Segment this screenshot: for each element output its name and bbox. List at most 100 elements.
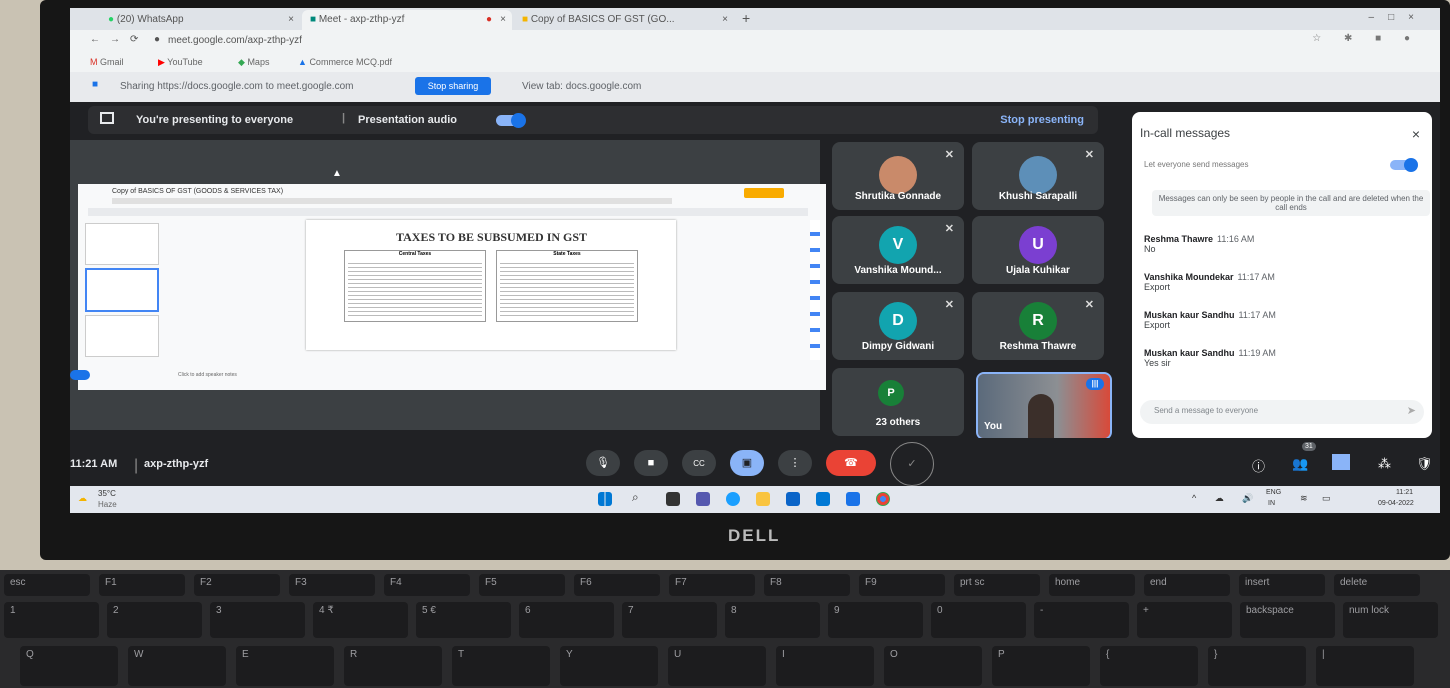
- function-key[interactable]: prt sc: [954, 574, 1040, 596]
- camera-icon: ■: [647, 457, 655, 469]
- others-tile[interactable]: P 23 others: [832, 368, 964, 436]
- letter-key[interactable]: I: [776, 646, 874, 686]
- present-button[interactable]: ▣: [730, 450, 764, 476]
- view-tab-link[interactable]: View tab: docs.google.com: [522, 81, 641, 92]
- function-key[interactable]: F7: [669, 574, 755, 596]
- shield-icon[interactable]: 🛡: [1416, 456, 1433, 472]
- send-icon[interactable]: ➤: [1407, 404, 1416, 417]
- function-key[interactable]: F6: [574, 574, 660, 596]
- file-explorer-icon[interactable]: [756, 492, 770, 506]
- leave-call-button[interactable]: ☎: [826, 450, 876, 476]
- chat-icon[interactable]: [1332, 454, 1350, 470]
- letter-key[interactable]: U: [668, 646, 766, 686]
- function-key[interactable]: F4: [384, 574, 470, 596]
- number-key[interactable]: 9: [828, 602, 923, 638]
- participant-tile[interactable]: ✕ R Reshma Thawre: [972, 292, 1104, 360]
- bookmark-commerce[interactable]: ▲ Commerce MCQ.pdf: [298, 57, 392, 67]
- camera-button[interactable]: ■: [634, 450, 668, 476]
- speaker-notes[interactable]: Click to add speaker notes: [178, 372, 237, 378]
- more-options-button[interactable]: ⋮: [778, 450, 812, 476]
- function-key[interactable]: F8: [764, 574, 850, 596]
- letter-key[interactable]: |: [1316, 646, 1414, 686]
- letter-key[interactable]: T: [452, 646, 550, 686]
- number-key[interactable]: 1: [4, 602, 99, 638]
- number-key[interactable]: 4 ₹: [313, 602, 408, 638]
- letter-key[interactable]: O: [884, 646, 982, 686]
- close-icon[interactable]: ×: [500, 14, 506, 25]
- number-key[interactable]: backspace: [1240, 602, 1335, 638]
- close-icon[interactable]: ×: [1412, 126, 1420, 142]
- stop-presenting-button[interactable]: Stop presenting: [1000, 114, 1084, 126]
- letter-key[interactable]: Y: [560, 646, 658, 686]
- back-icon[interactable]: ←: [90, 34, 100, 45]
- number-key[interactable]: -: [1034, 602, 1129, 638]
- letter-key[interactable]: W: [128, 646, 226, 686]
- mic-button[interactable]: 🎙: [586, 450, 620, 476]
- number-key[interactable]: 8: [725, 602, 820, 638]
- letter-key[interactable]: P: [992, 646, 1090, 686]
- url-field[interactable]: meet.google.com/axp-zthp-yzf: [168, 35, 302, 46]
- self-view-tile[interactable]: You |||: [976, 372, 1112, 440]
- letter-key[interactable]: E: [236, 646, 334, 686]
- function-key[interactable]: home: [1049, 574, 1135, 596]
- function-key[interactable]: F2: [194, 574, 280, 596]
- explore-icon[interactable]: [70, 370, 90, 380]
- close-icon[interactable]: ×: [288, 14, 294, 25]
- reload-icon[interactable]: ⟳: [130, 34, 138, 45]
- letter-key[interactable]: }: [1208, 646, 1306, 686]
- number-key[interactable]: 0: [931, 602, 1026, 638]
- chat-message: Vanshika Moundekar 11:17 AM Export: [1144, 272, 1275, 292]
- bookmark-youtube[interactable]: ▶ YouTube: [158, 57, 203, 68]
- bookmark-maps[interactable]: ◆ Maps: [238, 57, 269, 68]
- close-icon[interactable]: ×: [722, 14, 728, 25]
- number-key[interactable]: 6: [519, 602, 614, 638]
- participant-tile[interactable]: ✕ D Dimpy Gidwani: [832, 292, 964, 360]
- teams-icon[interactable]: [696, 492, 710, 506]
- function-key[interactable]: F5: [479, 574, 565, 596]
- search-icon[interactable]: ⌕: [632, 490, 639, 505]
- info-icon[interactable]: ⓘ: [1252, 456, 1265, 475]
- letter-key[interactable]: R: [344, 646, 442, 686]
- tab-docs[interactable]: ■ Copy of BASICS OF GST (GO... ×: [514, 10, 734, 30]
- new-tab-button[interactable]: +: [742, 10, 750, 26]
- participant-tile[interactable]: ✕ Khushi Sarapalli: [972, 142, 1104, 210]
- number-key[interactable]: 3: [210, 602, 305, 638]
- activities-icon[interactable]: ⁂: [1378, 456, 1391, 472]
- edge-icon[interactable]: [726, 492, 740, 506]
- calendar-icon[interactable]: [846, 492, 860, 506]
- check-button[interactable]: ✓: [890, 442, 934, 486]
- number-key[interactable]: 5 €: [416, 602, 511, 638]
- store-icon[interactable]: [786, 492, 800, 506]
- number-key[interactable]: num lock: [1343, 602, 1438, 638]
- mail-icon[interactable]: [816, 492, 830, 506]
- function-key[interactable]: delete: [1334, 574, 1420, 596]
- number-key[interactable]: 7: [622, 602, 717, 638]
- function-key[interactable]: esc: [4, 574, 90, 596]
- task-view-icon[interactable]: [666, 492, 680, 506]
- tab-meet[interactable]: ■ Meet - axp-zthp-yzf ● ×: [302, 10, 512, 30]
- people-icon[interactable]: 👥: [1292, 456, 1308, 472]
- participant-tile[interactable]: ✕ V Vanshika Mound...: [832, 216, 964, 284]
- slide-share-button[interactable]: [744, 188, 784, 198]
- function-key[interactable]: insert: [1239, 574, 1325, 596]
- forward-icon[interactable]: →: [110, 34, 120, 45]
- number-key[interactable]: 2: [107, 602, 202, 638]
- function-key[interactable]: F9: [859, 574, 945, 596]
- function-key[interactable]: F3: [289, 574, 375, 596]
- tab-whatsapp[interactable]: ● (20) WhatsApp ×: [100, 10, 300, 30]
- letter-key[interactable]: {: [1100, 646, 1198, 686]
- captions-button[interactable]: CC: [682, 450, 716, 476]
- chat-input[interactable]: Send a message to everyone ➤: [1140, 400, 1424, 424]
- bookmark-gmail[interactable]: M Gmail: [90, 57, 124, 67]
- function-key[interactable]: end: [1144, 574, 1230, 596]
- let-everyone-toggle[interactable]: [1390, 158, 1418, 172]
- start-icon[interactable]: [598, 492, 612, 506]
- number-key[interactable]: +: [1137, 602, 1232, 638]
- chrome-icon[interactable]: [876, 492, 890, 506]
- presentation-audio-toggle[interactable]: [496, 113, 526, 128]
- participant-tile[interactable]: ✕ Shrutika Gonnade: [832, 142, 964, 210]
- stop-sharing-button[interactable]: Stop sharing: [415, 77, 491, 95]
- function-key[interactable]: F1: [99, 574, 185, 596]
- letter-key[interactable]: Q: [20, 646, 118, 686]
- participant-tile[interactable]: U Ujala Kuhikar: [972, 216, 1104, 284]
